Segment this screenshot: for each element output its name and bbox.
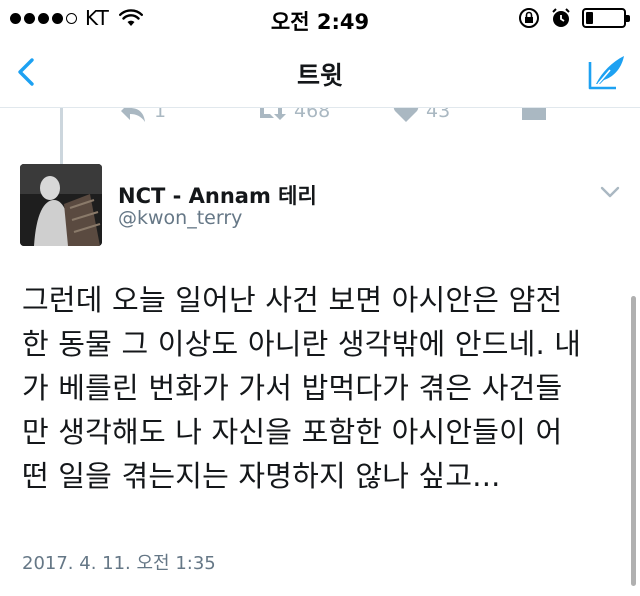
like-count: 43: [426, 108, 451, 122]
retweet-action[interactable]: 468: [254, 108, 330, 124]
tweet-text-line: 한 동물 그 이상도 아니란 생각밖에 안드네. 내: [22, 327, 582, 361]
direct-message-action[interactable]: [520, 108, 548, 124]
orientation-lock-icon: [519, 8, 539, 28]
chevron-down-icon[interactable]: [598, 184, 622, 200]
reply-count: 1: [154, 108, 167, 122]
tweet-text-line: 만 생각해도 나 자신을 포함한 아시안들이 어: [22, 415, 563, 449]
compose-tweet-button[interactable]: [584, 50, 628, 94]
display-name[interactable]: NCT - Annam 테리: [118, 180, 317, 210]
alarm-icon: [552, 8, 570, 27]
compose-quill-icon: [588, 56, 624, 90]
username-handle[interactable]: @kwon_terry: [118, 207, 242, 229]
message-icon: [522, 108, 546, 120]
retweet-icon: [256, 108, 286, 120]
tweet-text-line: 떤 일을 겪는지는 자명하지 않나 싶고...: [22, 459, 501, 493]
navigation-bar: 트윗: [0, 36, 640, 108]
status-bar-right: [518, 7, 630, 29]
page-title: 트윗: [296, 61, 343, 90]
avatar[interactable]: [20, 164, 102, 246]
status-bar: KT 오전 2:49: [0, 0, 640, 36]
like-action[interactable]: 43: [392, 108, 450, 124]
retweet-count: 468: [294, 108, 331, 122]
battery-level: [586, 12, 594, 24]
thread-connector-line: [60, 108, 63, 164]
tweet-text: 그런데 오늘 일어난 사건 보면 아시안은 얌전 한 동물 그 이상도 아니란 …: [22, 278, 612, 498]
tweet-timestamp: 2017. 4. 11. 오전 1:35: [22, 553, 216, 574]
heart-icon: [393, 108, 419, 122]
reply-icon: [121, 108, 145, 122]
scrollbar[interactable]: [631, 296, 636, 586]
reply-action[interactable]: 1: [118, 108, 166, 124]
tweet-text-line: 그런데 오늘 일어난 사건 보면 아시안은 얌전: [22, 283, 563, 317]
battery-icon: [582, 8, 630, 28]
tweet-text-line: 가 베를린 번화가 가서 밥먹다가 겪은 사건들: [22, 371, 563, 405]
profile-photo: [20, 164, 102, 246]
previous-tweet-actions: 1 468 43: [0, 108, 640, 128]
